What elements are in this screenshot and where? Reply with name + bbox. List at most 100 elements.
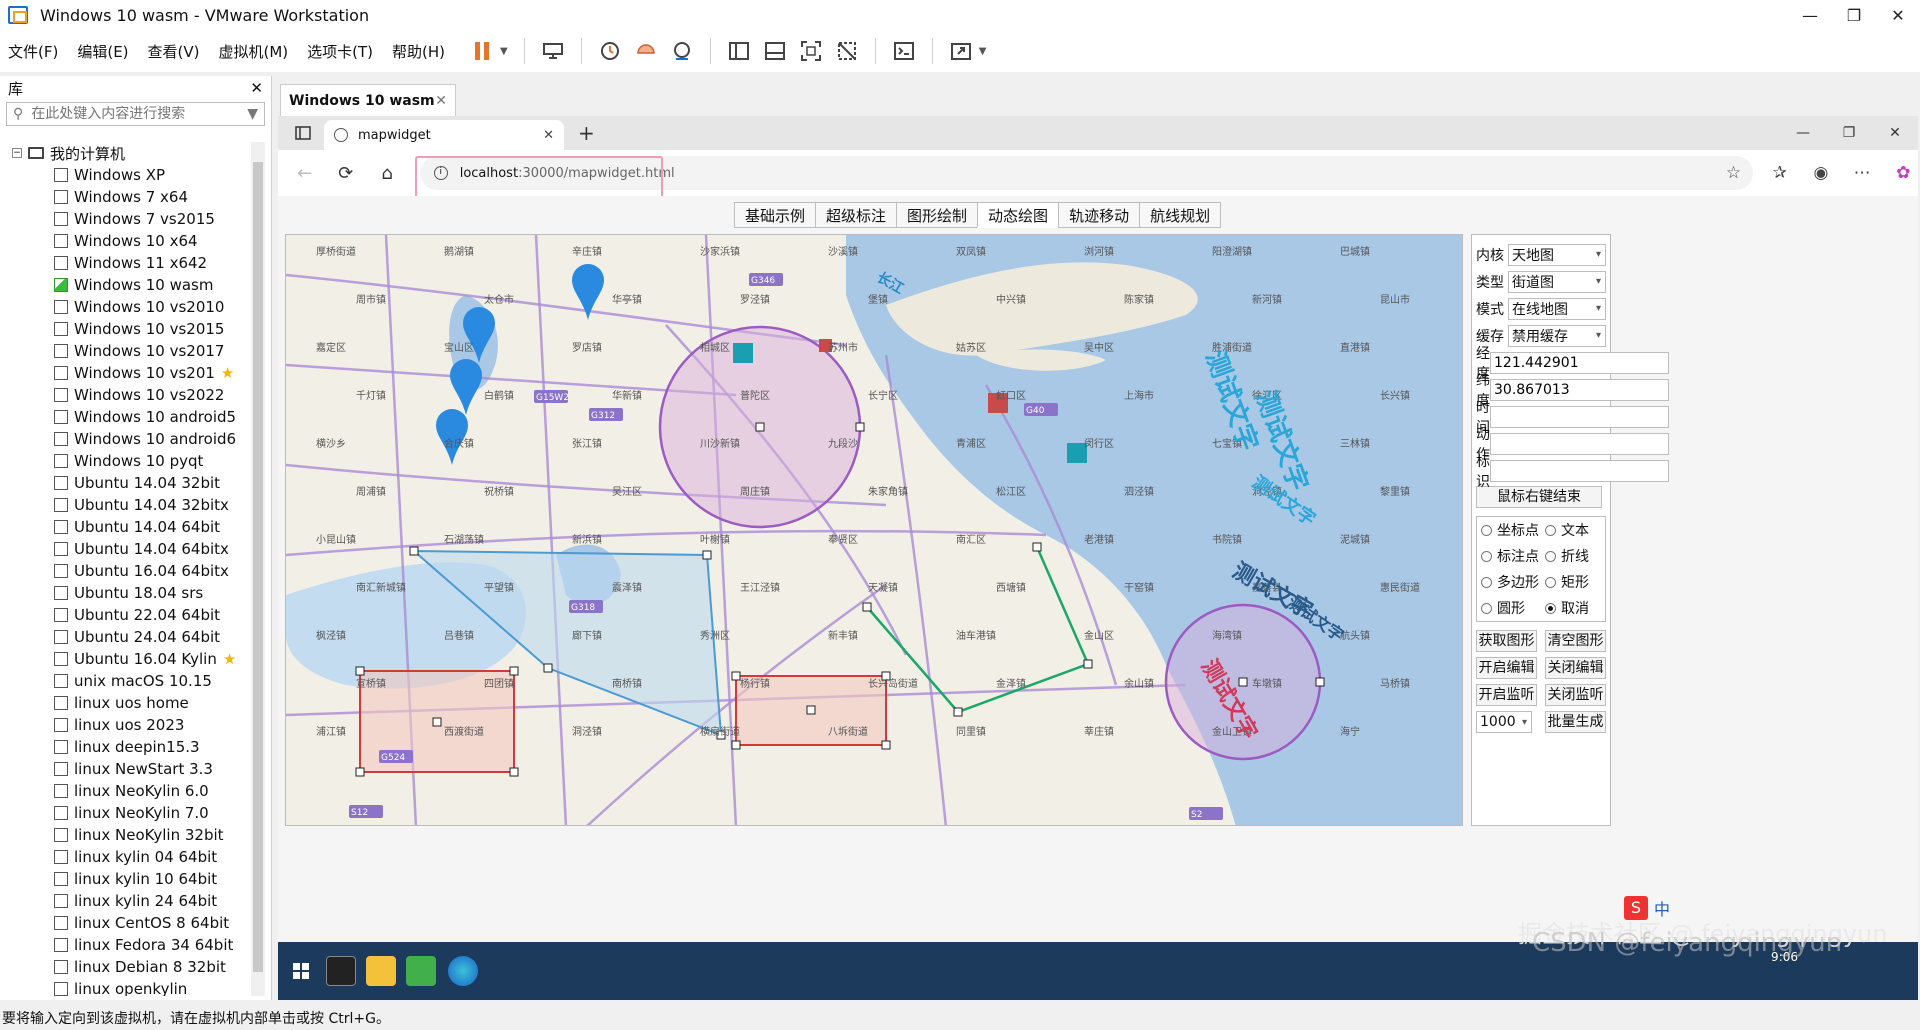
mode-select[interactable]: 在线地图 (1508, 297, 1606, 320)
vm-item[interactable]: Windows 11 x642 (6, 252, 250, 274)
radio-dot-icon[interactable] (1545, 576, 1556, 588)
menu-tabs[interactable]: 选项卡(T) (307, 41, 373, 62)
browser-tab-mapwidget[interactable]: mapwidget ✕ (324, 120, 564, 150)
edge-browser-icon[interactable] (448, 956, 478, 986)
library-search-input[interactable] (31, 106, 248, 122)
batch-generate-button[interactable]: 批量生成 (1545, 711, 1606, 733)
control-button[interactable]: 清空图形 (1545, 630, 1606, 652)
profile-icon[interactable]: ◉ (1806, 163, 1835, 183)
draw-type-radio[interactable]: 多边形 (1481, 572, 1545, 592)
vm-item[interactable]: linux deepin15.3 (6, 736, 250, 758)
search-dropdown-icon[interactable]: ▼ (247, 106, 258, 122)
radio-dot-icon[interactable] (1545, 602, 1556, 614)
vm-item[interactable]: unix macOS 10.15 (6, 670, 250, 692)
page-tab[interactable]: 超级标注 (815, 202, 898, 228)
console-icon[interactable] (889, 36, 919, 66)
tab-actions-icon[interactable] (288, 118, 318, 148)
vm-item[interactable]: Windows 10 android5 (6, 406, 250, 428)
control-button[interactable]: 关闭编辑 (1545, 657, 1606, 679)
radio-dot-icon[interactable] (1481, 576, 1492, 588)
radio-dot-icon[interactable] (1481, 550, 1492, 562)
vm-item[interactable]: Windows 10 android6 (6, 428, 250, 450)
sidebar-view-icon[interactable] (724, 36, 754, 66)
vm-item[interactable]: Ubuntu 14.04 32bit (6, 472, 250, 494)
close-button[interactable]: ✕ (1876, 6, 1920, 25)
vm-item[interactable]: Ubuntu 18.04 srs (6, 582, 250, 604)
lng-input[interactable] (1490, 351, 1669, 374)
vm-item[interactable]: linux CentOS 8 64bit (6, 912, 250, 934)
vm-item[interactable]: Windows 7 x64 (6, 186, 250, 208)
restore-button[interactable]: ❐ (1832, 6, 1876, 25)
count-select[interactable]: 1000 (1476, 711, 1532, 733)
control-button[interactable]: 开启监听 (1476, 684, 1537, 706)
library-close-icon[interactable]: ✕ (250, 79, 263, 97)
vm-item[interactable]: Windows 10 wasm (6, 274, 250, 296)
vm-item[interactable]: Ubuntu 16.04 Kylin ★ (6, 648, 250, 670)
vm-item[interactable]: Ubuntu 22.04 64bit (6, 604, 250, 626)
lat-input[interactable] (1490, 378, 1669, 401)
page-tab[interactable]: 轨迹移动 (1058, 202, 1141, 228)
vm-screen[interactable]: mapwidget ✕ + — ❐ ✕ ← ⟳ ⌂ i localhost:30… (278, 116, 1918, 1000)
snapshot-manager-icon[interactable] (667, 36, 697, 66)
vm-item[interactable]: Windows 7 vs2015 (6, 208, 250, 230)
vm-item[interactable]: Windows 10 vs2015 (6, 318, 250, 340)
page-tab[interactable]: 动态绘图 (977, 202, 1060, 228)
vm-item[interactable]: Ubuntu 24.04 64bit (6, 626, 250, 648)
pause-icon[interactable] (467, 36, 497, 66)
home-icon[interactable]: ⌂ (372, 158, 401, 188)
action-input[interactable] (1490, 432, 1669, 455)
new-tab-button[interactable]: + (578, 121, 595, 145)
vm-item[interactable]: Ubuntu 14.04 64bitx (6, 538, 250, 560)
menu-file[interactable]: 文件(F) (8, 41, 58, 62)
snapshot-icon[interactable] (595, 36, 625, 66)
type-select[interactable]: 街道图 (1508, 270, 1606, 293)
tree-root-my-computer[interactable]: − 我的计算机 (6, 142, 250, 164)
vm-item[interactable]: Windows 10 vs2022 (6, 384, 250, 406)
minimize-button[interactable]: — (1788, 6, 1832, 25)
library-scrollbar[interactable] (251, 142, 265, 996)
flag-input[interactable] (1490, 459, 1669, 482)
control-button[interactable]: 开启编辑 (1476, 657, 1537, 679)
vm-item[interactable]: Windows 10 vs2010 (6, 296, 250, 318)
stretch-dropdown-icon[interactable]: ▼ (979, 46, 987, 57)
vm-item[interactable]: linux Fedora 34 64bit (6, 934, 250, 956)
vm-item[interactable]: Ubuntu 14.04 32bitx (6, 494, 250, 516)
browser-minimize-button[interactable]: — (1780, 125, 1826, 141)
vm-item[interactable]: linux openkylin (6, 978, 250, 996)
vm-item[interactable]: Windows 10 vs201 ★ (6, 362, 250, 384)
vm-tab-close-icon[interactable]: ✕ (435, 93, 447, 109)
vm-item[interactable]: linux kylin 24 64bit (6, 890, 250, 912)
vm-item[interactable]: linux NeoKylin 32bit (6, 824, 250, 846)
back-icon[interactable]: ← (290, 158, 319, 188)
stretch-icon[interactable] (946, 36, 976, 66)
revert-snapshot-icon[interactable] (631, 36, 661, 66)
copilot-icon[interactable]: ✿ (1889, 163, 1918, 183)
kernel-select[interactable]: 天地图 (1508, 243, 1606, 266)
radio-dot-icon[interactable] (1481, 602, 1492, 614)
map-canvas[interactable]: 厚桥街道 鹅湖镇 辛庄镇 沙家浜镇 沙溪镇 双凤镇 浏河镇 阳澄湖镇 巴城镇周市镇 太仓市 华亭镇罗… (286, 235, 1463, 826)
page-tab[interactable]: 航线规划 (1139, 202, 1222, 228)
collapse-icon[interactable]: − (12, 148, 22, 158)
draw-type-radio[interactable]: 矩形 (1545, 572, 1603, 592)
draw-type-radio[interactable]: 坐标点 (1481, 520, 1545, 540)
vm-tab-windows10-wasm[interactable]: Windows 10 wasm ✕ (280, 84, 456, 116)
vm-item[interactable]: Windows 10 vs2017 (6, 340, 250, 362)
qt-creator-icon[interactable] (406, 956, 436, 986)
menu-help[interactable]: 帮助(H) (392, 41, 445, 62)
time-input[interactable] (1490, 405, 1669, 428)
vm-item[interactable]: Ubuntu 14.04 64bit (6, 516, 250, 538)
browser-close-button[interactable]: ✕ (1872, 125, 1918, 141)
page-tab[interactable]: 基础示例 (734, 202, 817, 228)
draw-type-radio[interactable]: 取消 (1545, 598, 1603, 618)
send-keys-icon[interactable] (538, 36, 568, 66)
library-search[interactable]: ⚲ ▼ (6, 102, 265, 126)
draw-type-radio[interactable]: 文本 (1545, 520, 1603, 540)
unity-icon[interactable] (832, 36, 862, 66)
control-button[interactable]: 关闭监听 (1545, 684, 1606, 706)
map-view[interactable]: 厚桥街道 鹅湖镇 辛庄镇 沙家浜镇 沙溪镇 双凤镇 浏河镇 阳澄湖镇 巴城镇 周市镇 太仓市 华亭镇罗… (285, 234, 1463, 826)
vm-item[interactable]: linux kylin 04 64bit (6, 846, 250, 868)
vm-item[interactable]: Windows XP (6, 164, 250, 186)
vm-item[interactable]: linux uos home (6, 692, 250, 714)
thumbnail-view-icon[interactable] (760, 36, 790, 66)
vm-item[interactable]: Windows 10 x64 (6, 230, 250, 252)
